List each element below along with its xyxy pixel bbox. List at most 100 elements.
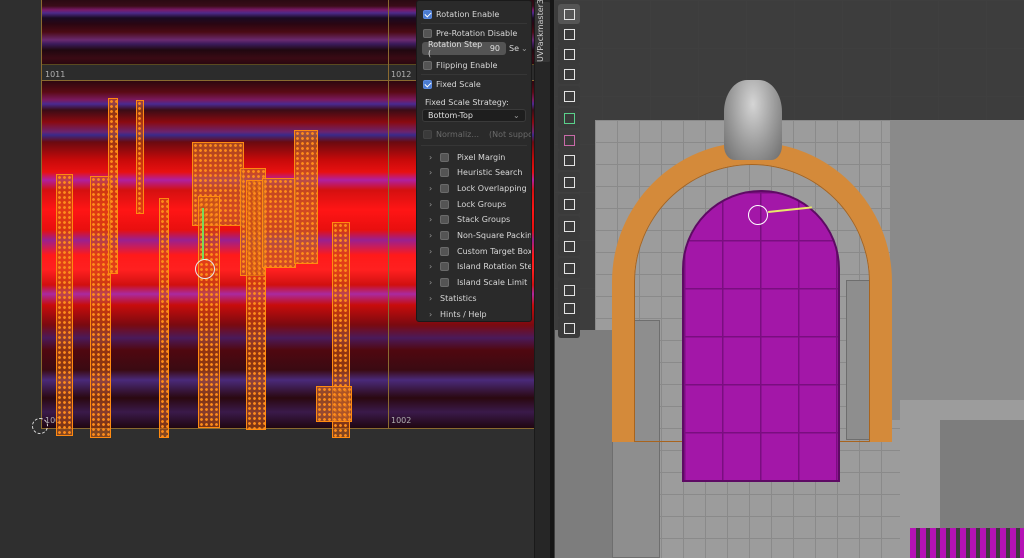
fixed-scale-strategy-label: Fixed Scale Strategy: <box>425 95 509 109</box>
section-non-square-packing[interactable]: › Non-Square Packing <box>429 229 532 243</box>
uv-island[interactable] <box>159 198 169 438</box>
poly-build-tool-button[interactable] <box>558 298 580 318</box>
section-custom-target-box[interactable]: › Custom Target Box <box>429 244 532 258</box>
rotate-tool-button[interactable] <box>558 64 580 84</box>
tile-border-middle <box>388 0 389 428</box>
chevron-right-icon: › <box>429 152 433 162</box>
keystone-ornament <box>724 80 782 160</box>
rotation-step-field[interactable]: Rotation Step ( 90 <box>422 40 506 58</box>
section-label: Non-Square Packing <box>457 231 532 240</box>
divider <box>421 145 527 146</box>
normalize-label: Normaliz... <box>436 129 479 139</box>
checkbox-icon[interactable] <box>440 262 449 272</box>
checkbox-icon[interactable] <box>440 231 449 240</box>
section-island-scale-limit[interactable]: › Island Scale Limit <box>429 276 527 290</box>
move-icon <box>563 48 575 60</box>
uv-island[interactable] <box>316 386 352 422</box>
select-box-icon <box>563 8 575 20</box>
rotation-enable-checkbox[interactable]: Rotation Enable <box>423 7 499 21</box>
annotate-tool-button[interactable] <box>558 130 580 150</box>
uv-island[interactable] <box>262 178 296 268</box>
viewport-toolbar <box>556 0 582 340</box>
cursor-tool-button[interactable] <box>558 24 580 44</box>
rotation-step-mode-dropdown[interactable]: Se ⌄ <box>509 41 528 55</box>
section-label: Island Rotation Step <box>457 262 532 272</box>
tile-border-bottom <box>41 428 538 429</box>
section-island-rotation-step[interactable]: › Island Rotation Step <box>429 260 532 274</box>
extrude-icon <box>563 198 575 210</box>
origin-cursor-icon[interactable] <box>32 418 48 434</box>
checkbox-icon[interactable] <box>440 168 449 178</box>
measure-tool-button[interactable] <box>558 150 580 170</box>
checkbox-icon <box>423 60 432 70</box>
uv-island[interactable] <box>136 100 144 214</box>
inset-tool-button[interactable] <box>558 216 580 236</box>
annotate-icon <box>563 134 575 146</box>
chevron-right-icon: › <box>429 262 433 272</box>
knife-icon <box>563 284 575 296</box>
checkbox-icon <box>423 129 432 139</box>
add-cube-icon <box>563 176 575 188</box>
uv-editor[interactable]: 1011 1012 100 1002 Rotation Enable Pre-R… <box>0 0 538 558</box>
section-heuristic-search[interactable]: › Heuristic Search <box>429 166 522 180</box>
section-label: Custom Target Box <box>457 246 532 256</box>
section-label: Island Scale Limit <box>457 278 528 288</box>
section-stack-groups[interactable]: › Stack Groups <box>429 213 510 227</box>
section-hints-help[interactable]: › Hints / Help <box>429 307 487 321</box>
poly-build-icon <box>563 302 575 314</box>
chevron-right-icon: › <box>429 309 433 319</box>
checkbox-icon[interactable] <box>440 246 449 256</box>
sidebar-tab-strip: UVPackmaster3 <box>534 0 551 558</box>
fixed-scale-checkbox[interactable]: Fixed Scale <box>423 77 481 91</box>
uv-2d-cursor[interactable] <box>195 259 215 279</box>
section-pixel-margin[interactable]: › Pixel Margin <box>429 150 505 164</box>
section-label: Lock Groups <box>457 199 507 209</box>
uv-island[interactable] <box>108 98 118 274</box>
chevron-right-icon: › <box>429 246 433 256</box>
section-lock-overlapping[interactable]: › Lock Overlapping <box>429 181 527 195</box>
transform-gizmo-circle[interactable] <box>748 205 768 225</box>
uv-island[interactable] <box>294 130 318 264</box>
section-statistics[interactable]: › Statistics <box>429 291 477 305</box>
chevron-down-icon: ⌄ <box>521 43 528 53</box>
extrude-tool-button[interactable] <box>558 194 580 214</box>
uv-gizmo-arrow[interactable] <box>202 208 204 260</box>
checkbox-icon[interactable] <box>440 152 449 162</box>
checkbox-icon[interactable] <box>440 183 449 193</box>
fixed-scale-strategy-dropdown[interactable]: Bottom-Top ⌄ <box>422 109 526 122</box>
knife-tool-button[interactable] <box>558 280 580 300</box>
tab-uvpackmaster-label: UVPackmaster3 <box>536 0 545 62</box>
select-box-tool-button[interactable] <box>558 4 580 24</box>
section-lock-groups[interactable]: › Lock Groups <box>429 197 506 211</box>
checkbox-checked-icon <box>423 9 432 19</box>
pre-rotation-disable-label: Pre-Rotation Disable <box>436 28 518 38</box>
section-label: Heuristic Search <box>457 168 523 178</box>
move-tool-button[interactable] <box>558 44 580 64</box>
checkbox-icon[interactable] <box>440 199 449 209</box>
fixed-scale-strategy-text: Fixed Scale Strategy: <box>425 97 509 107</box>
bevel-icon <box>563 240 575 252</box>
transform-tool-button[interactable] <box>558 108 580 128</box>
fixed-scale-label: Fixed Scale <box>436 79 481 89</box>
spin-tool-button[interactable] <box>558 318 580 338</box>
chevron-right-icon: › <box>429 278 433 288</box>
divider <box>421 23 527 24</box>
normalize-checkbox[interactable]: Normaliz... (Not suppor... <box>423 127 531 141</box>
pre-rotation-disable-checkbox[interactable]: Pre-Rotation Disable <box>423 26 517 40</box>
checkbox-icon[interactable] <box>440 215 449 225</box>
door-mesh[interactable] <box>682 190 840 482</box>
rotation-enable-label: Rotation Enable <box>436 9 500 19</box>
scale-tool-button[interactable] <box>558 86 580 106</box>
uv-island[interactable] <box>56 174 73 436</box>
bevel-tool-button[interactable] <box>558 236 580 256</box>
section-label: Hints / Help <box>440 309 487 319</box>
tab-uvpackmaster[interactable]: UVPackmaster3 <box>535 0 551 62</box>
section-label: Statistics <box>440 293 477 303</box>
loop-cut-tool-button[interactable] <box>558 258 580 278</box>
flipping-enable-checkbox[interactable]: Flipping Enable <box>423 58 497 72</box>
fixed-scale-strategy-value: Bottom-Top <box>428 111 473 120</box>
tile-label-1012: 1012 <box>391 70 412 79</box>
add-cube-tool-button[interactable] <box>558 172 580 192</box>
scale-icon <box>563 90 575 102</box>
checkbox-icon[interactable] <box>440 278 449 288</box>
